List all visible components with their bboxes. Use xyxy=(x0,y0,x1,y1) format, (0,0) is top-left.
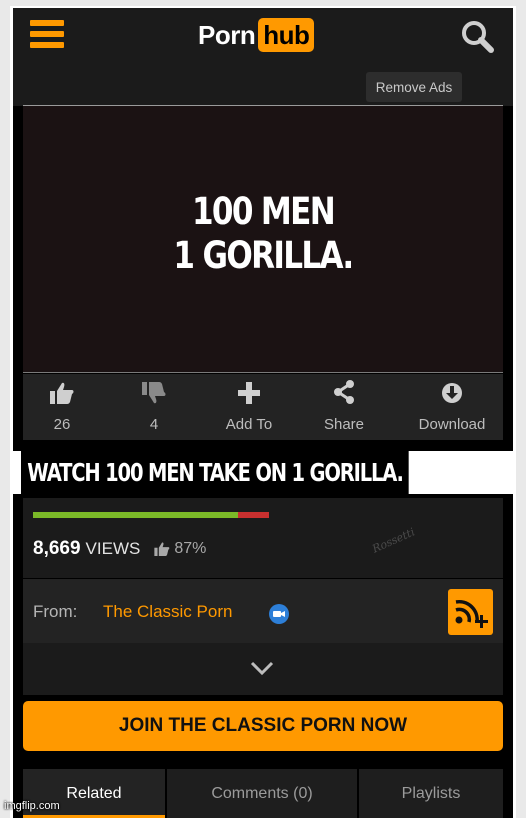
views-label: VIEWS xyxy=(85,539,141,558)
rss-plus-icon xyxy=(455,599,488,628)
share-icon xyxy=(333,374,355,404)
expand-details-row[interactable] xyxy=(23,643,503,695)
download-label: Download xyxy=(418,416,486,433)
imgflip-watermark: imgflip.com xyxy=(4,800,60,812)
camera-badge-icon xyxy=(269,604,289,624)
like-button[interactable]: 26 xyxy=(37,374,87,440)
phone-screen: Porn hub Remove Ads 100 MEN 1 GORILLA. 2… xyxy=(13,8,513,818)
hamburger-menu-icon[interactable] xyxy=(30,20,64,48)
dislike-count: 4 xyxy=(149,416,159,433)
remove-ads-button[interactable]: Remove Ads xyxy=(366,72,462,102)
channel-row: From: The Classic Porn xyxy=(23,579,503,643)
download-icon xyxy=(441,374,463,404)
video-divider xyxy=(23,372,503,373)
search-icon[interactable] xyxy=(460,19,496,55)
share-label: Share xyxy=(323,416,365,433)
signature-watermark: Rossetti xyxy=(370,525,417,556)
from-label: From: xyxy=(33,602,78,621)
rating-bar-good xyxy=(33,512,239,518)
video-actions-bar: 26 4 Add To Share Download xyxy=(23,374,503,440)
views-count: 8,669 xyxy=(33,538,81,559)
rating-percent-value: 87% xyxy=(174,540,207,557)
like-count: 26 xyxy=(53,416,71,433)
chevron-down-icon xyxy=(250,661,274,676)
join-channel-button[interactable]: JOIN THE CLASSIC PORN NOW xyxy=(23,701,503,751)
ads-row: Remove Ads xyxy=(13,66,513,106)
logo-text-part2: hub xyxy=(258,18,315,52)
share-button[interactable]: Share xyxy=(304,374,384,440)
top-header: Porn hub xyxy=(13,8,513,66)
tab-comments-label: Comments (0) xyxy=(211,784,313,802)
tab-playlists[interactable]: Playlists xyxy=(359,769,503,818)
logo-text-part1: Porn xyxy=(198,19,256,50)
rating-percent: 87% xyxy=(154,540,206,558)
add-to-label: Add To xyxy=(225,416,273,433)
video-player[interactable]: 100 MEN 1 GORILLA. xyxy=(23,106,503,372)
views-line: 8,669 VIEWS 87% xyxy=(33,538,206,560)
thumbs-up-icon xyxy=(50,374,74,404)
video-caption-line1: 100 MEN xyxy=(191,190,336,233)
tab-playlists-label: Playlists xyxy=(401,784,461,802)
tab-comments[interactable]: Comments (0) xyxy=(167,769,357,818)
rating-bar-bad xyxy=(238,512,269,518)
tab-related-label: Related xyxy=(66,784,122,802)
content-tabs: Related Comments (0) Playlists xyxy=(23,769,503,818)
site-logo[interactable]: Porn hub xyxy=(198,16,315,54)
dislike-button[interactable]: 4 xyxy=(129,374,179,440)
video-caption-line2: 1 GORILLA. xyxy=(173,234,354,277)
add-to-button[interactable]: Add To xyxy=(209,374,289,440)
thumbs-down-icon xyxy=(142,374,166,404)
video-title: WATCH 100 MEN TAKE ON 1 GORILLA. xyxy=(21,451,410,494)
download-button[interactable]: Download xyxy=(402,374,502,440)
plus-icon xyxy=(238,374,260,404)
video-caption: 100 MEN 1 GORILLA. xyxy=(61,190,464,278)
thumbs-up-small-icon xyxy=(154,542,170,556)
title-banner-strip: WATCH 100 MEN TAKE ON 1 GORILLA. xyxy=(13,451,513,494)
stats-panel: 8,669 VIEWS 87% Rossetti xyxy=(23,498,503,578)
channel-name-link[interactable]: The Classic Porn xyxy=(103,602,232,622)
subscribe-rss-button[interactable] xyxy=(448,589,493,635)
rating-bar xyxy=(33,512,269,518)
